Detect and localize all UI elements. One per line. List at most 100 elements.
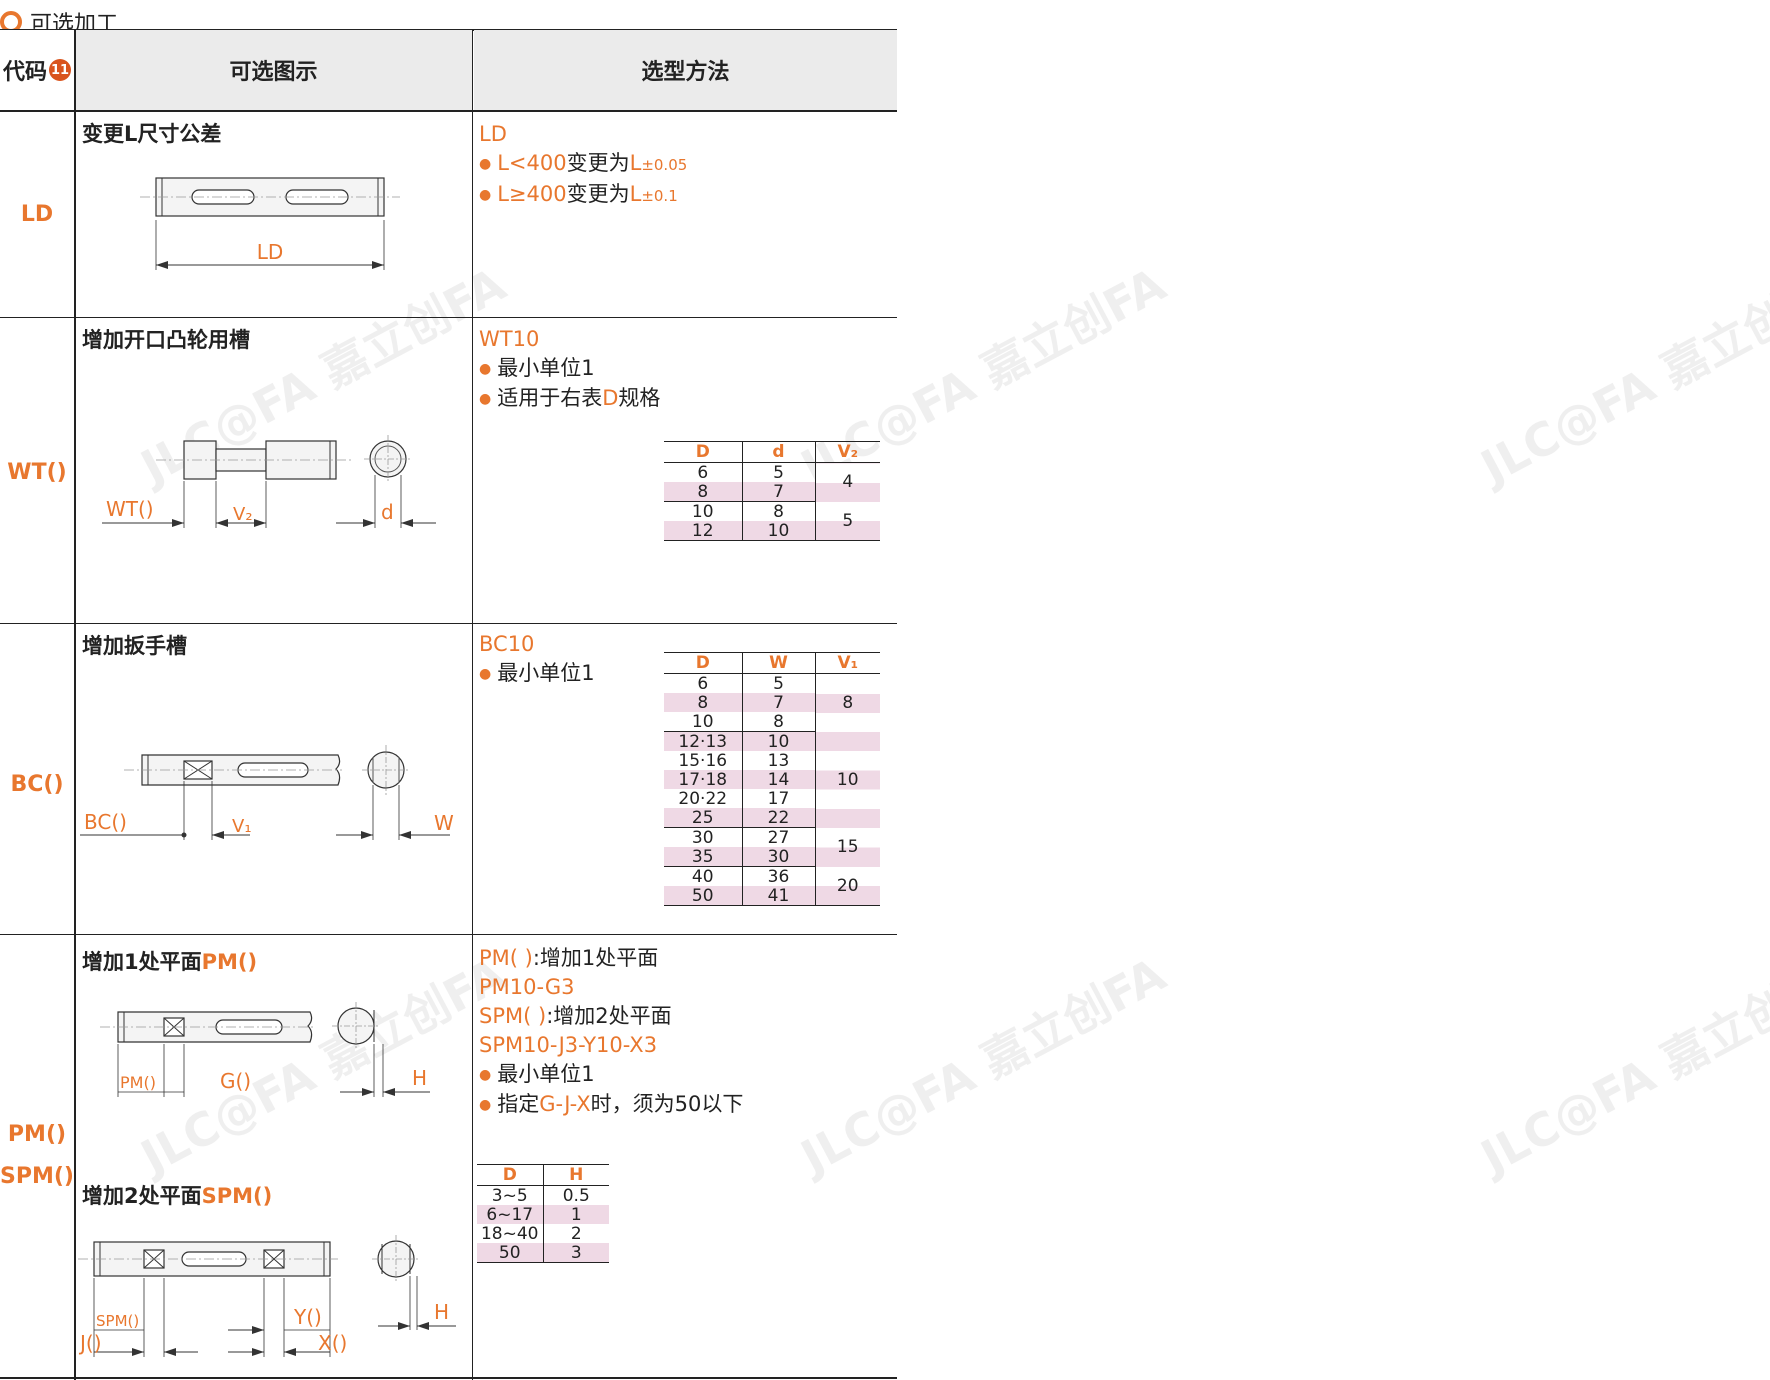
- table-cell: 41: [741, 886, 815, 906]
- table-cell: 18~40: [480, 1223, 539, 1244]
- table-cell: 0.5: [542, 1185, 609, 1205]
- table-cell-merged: 5: [814, 501, 880, 541]
- wt-diagram: WT() V₂ d: [102, 435, 436, 528]
- bullet-item: L≥400变更为L±0.1: [479, 180, 687, 211]
- row-divider: [0, 934, 897, 935]
- bullet-item: L<400变更为L±0.05: [479, 149, 687, 180]
- diagram-label: LD: [257, 240, 284, 264]
- table-cell: 10: [741, 731, 815, 751]
- table-cell: 30: [741, 847, 815, 867]
- table-cell: 6: [697, 673, 709, 694]
- method-line: SPM( ):增加2处平面: [479, 1004, 672, 1028]
- method-line: SPM10-J3-Y10-X3: [479, 1033, 658, 1057]
- row-code-2: SPM(): [0, 1164, 74, 1189]
- table-cell: 35: [664, 847, 742, 867]
- spm-diagram: SPM() J() Y() X() H: [78, 1235, 456, 1357]
- method-code: WT10: [479, 327, 540, 351]
- diagram-label: PM(): [120, 1073, 156, 1092]
- diagram-label: SPM(): [96, 1312, 139, 1330]
- table-cell: 12: [664, 521, 742, 541]
- column-divider: [472, 30, 473, 1380]
- table-header: D: [477, 1164, 543, 1186]
- table-cell: 10: [741, 521, 815, 541]
- row-divider: [0, 623, 897, 624]
- table-header: D: [664, 441, 742, 463]
- code-badge: 11: [49, 59, 71, 81]
- diagram-label: W: [434, 811, 454, 835]
- diagram-label: d: [381, 500, 394, 524]
- table-cell: 5: [741, 673, 815, 693]
- diagram-label: WT(): [106, 497, 154, 521]
- row-code: WT(): [7, 460, 67, 485]
- method-line: PM10-G3: [479, 975, 575, 999]
- table-cell: 7: [741, 693, 815, 712]
- table-header: V₁: [814, 652, 880, 674]
- table-cell: 3: [542, 1243, 609, 1263]
- diagram-label: H: [434, 1300, 449, 1324]
- table-cell: 10: [664, 712, 742, 732]
- table-cell: 15·16: [678, 750, 728, 771]
- row-title: 增加1处平面PM(): [82, 950, 258, 974]
- table-cell: 17·18: [664, 770, 742, 789]
- table-cell: 6~17: [477, 1205, 543, 1224]
- method-block: WT10 最小单位1 适用于右表D规格: [479, 325, 660, 414]
- table-cell: 50: [477, 1243, 543, 1263]
- bullet-item: 最小单位1: [479, 1060, 743, 1090]
- bullet-item: 指定G-J-X时，须为50以下: [479, 1090, 743, 1120]
- table-cell: 30: [691, 827, 714, 848]
- method-code: LD: [479, 122, 507, 146]
- table-cell: 8: [741, 501, 815, 521]
- watermark: JLC@FA 嘉立创FA: [792, 947, 1175, 1185]
- table-cell-merged: 20: [814, 866, 880, 906]
- table-cell: 6: [697, 462, 709, 483]
- row-title: 增加扳手槽: [82, 634, 187, 658]
- row-code: PM(): [7, 1122, 67, 1147]
- table-cell: 1: [542, 1205, 609, 1224]
- diagram-label: V₂: [233, 504, 253, 525]
- diagram-label: G(): [220, 1069, 251, 1093]
- table-header: W: [741, 652, 815, 674]
- table-cell: 13: [741, 751, 815, 770]
- table-cell-merged: 8: [814, 673, 880, 732]
- bc-diagram: BC() V₁ W: [80, 745, 454, 840]
- ld-diagram: LD: [140, 177, 400, 270]
- header-bottom-rule: [0, 110, 897, 112]
- header-method: 选型方法: [474, 30, 897, 110]
- method-block: LD L<400变更为L±0.05 L≥400变更为L±0.1: [479, 120, 687, 211]
- row-title-2: 增加2处平面SPM(): [82, 1184, 273, 1208]
- table-header: H: [542, 1164, 609, 1186]
- diagram-label: Y(): [293, 1305, 322, 1329]
- table-header: V₂: [814, 441, 880, 463]
- column-divider: [74, 30, 76, 1380]
- bullet-item: 最小单位1: [479, 659, 594, 689]
- bullet-item: 最小单位1: [479, 354, 660, 384]
- table-cell: 36: [741, 866, 815, 886]
- bc-spec-table: D W V₁ 658 87 10 8 12·13 10 10 15·16 13 17·18 1…: [664, 652, 880, 906]
- table-header: d: [741, 441, 815, 463]
- row-title: 变更L尺寸公差: [82, 122, 222, 146]
- table-cell: 3~5: [491, 1185, 528, 1206]
- table-header: D: [664, 652, 742, 674]
- table-cell: 40: [691, 866, 714, 887]
- method-code: BC10: [479, 632, 535, 656]
- diagram-label: H: [412, 1066, 427, 1090]
- method-block: PM( ):增加1处平面 PM10-G3 SPM( ):增加2处平面 SPM10…: [479, 944, 743, 1120]
- diagram-label: V₁: [232, 816, 252, 837]
- table-cell: 17: [741, 789, 815, 808]
- table-cell: 7: [741, 482, 815, 502]
- watermark: JLC@FA 嘉立创FA: [1472, 257, 1770, 495]
- table-cell: 25: [664, 808, 742, 828]
- row-title: 增加开口凸轮用槽: [82, 328, 250, 352]
- diagram-label: X(): [318, 1331, 347, 1355]
- table-cell: 8: [664, 693, 742, 712]
- row-code: LD: [20, 202, 54, 227]
- wt-spec-table: Dd V₂ 654 87 10 8 5 12 10: [664, 441, 880, 541]
- table-cell: 20·22: [678, 788, 728, 809]
- table-cell: 50: [664, 886, 742, 906]
- table-cell: 12·13: [664, 731, 742, 751]
- diagram-label: J(): [78, 1331, 102, 1355]
- diagram-label: BC(): [84, 810, 127, 834]
- watermark: JLC@FA 嘉立创FA: [1472, 947, 1770, 1185]
- table-cell-merged: 10: [814, 731, 880, 828]
- table-cell: 27: [741, 827, 815, 847]
